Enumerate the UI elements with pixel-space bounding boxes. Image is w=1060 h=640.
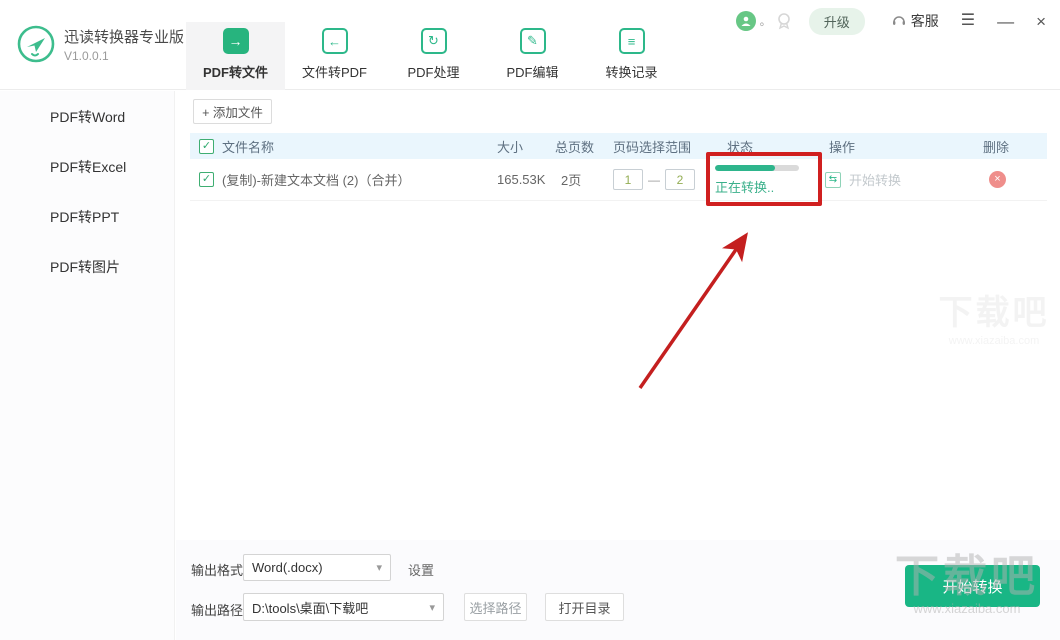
close-icon[interactable]: × [1036,13,1046,30]
open-directory-button[interactable]: 打开目录 [545,593,624,621]
tab-pdf-to-file[interactable]: → PDF转文件 [186,22,285,90]
col-header-name: 文件名称 [222,137,480,156]
sidebar-item-pdf-to-word[interactable]: PDF转Word [50,107,125,127]
user-avatar[interactable] [736,11,756,31]
minimize-icon[interactable]: — [997,13,1014,30]
tab-label: PDF转文件 [203,62,268,81]
file-size: 165.53K [480,172,555,187]
delete-row-icon[interactable]: × [989,171,1006,188]
file-name: (复制)-新建文本文档 (2)（合并） [222,170,480,189]
customer-service-button[interactable]: 客服 [891,11,939,31]
header-bar: 迅读转换器专业版 V1.0.0.1 → PDF转文件 ← 文件转PDF ↻ PD… [0,0,1060,90]
history-icon: ≡ [619,28,645,54]
settings-link[interactable]: 设置 [408,560,434,579]
user-status-dot: 。 [760,13,771,29]
start-convert-button[interactable]: 开始转换 [905,565,1040,607]
tab-label: PDF编辑 [506,62,558,81]
annotation-highlight-box [706,152,822,206]
table-header: ✓ 文件名称 大小 总页数 页码选择范围 状态 操作 删除 [190,133,1047,159]
row-checkbox[interactable]: ✓ [199,172,214,187]
header-right-cluster: 。 升级 客服 ☰ — × [736,8,1046,34]
range-separator: — [648,173,660,187]
vip-badge-icon[interactable] [775,12,793,30]
export-file-icon: → [223,28,249,54]
sidebar-item-pdf-to-image[interactable]: PDF转图片 [50,257,120,277]
upgrade-button[interactable]: 升级 [809,8,865,35]
process-icon: ↻ [421,28,447,54]
main-tabs: → PDF转文件 ← 文件转PDF ↻ PDF处理 ✎ PDF编辑 ≡ 转换记录 [186,22,681,90]
sidebar-item-pdf-to-ppt[interactable]: PDF转PPT [50,207,119,227]
choose-path-button[interactable]: 选择路径 [464,593,527,621]
col-header-range: 页码选择范围 [613,137,713,156]
convert-icon[interactable]: ⇆ [825,172,841,188]
chevron-down-icon: ▾ [429,601,435,614]
page-to-input[interactable] [665,169,695,190]
tab-pdf-edit[interactable]: ✎ PDF编辑 [483,22,582,90]
annotation-arrow [598,216,768,401]
import-file-icon: ← [322,28,348,54]
col-header-delete: 删除 [975,137,1047,156]
select-all-checkbox[interactable]: ✓ [199,139,214,154]
tab-label: 文件转PDF [302,62,367,81]
tab-label: 转换记录 [605,62,657,81]
headset-icon [891,13,907,29]
tab-label: PDF处理 [407,62,459,81]
file-pages: 2页 [555,170,613,189]
app-title: 迅读转换器专业版 [64,26,184,47]
col-header-pages: 总页数 [555,137,613,156]
col-header-size: 大小 [480,137,555,156]
page-from-input[interactable] [613,169,643,190]
menu-icon[interactable]: ☰ [961,13,975,29]
tab-pdf-process[interactable]: ↻ PDF处理 [384,22,483,90]
sidebar-item-pdf-to-excel[interactable]: PDF转Excel [50,157,126,177]
brand-text: 迅读转换器专业版 V1.0.0.1 [64,26,184,63]
edit-icon: ✎ [520,28,546,54]
chevron-down-icon: ▾ [376,561,382,574]
app-logo-icon [16,24,56,64]
table-row: ✓ (复制)-新建文本文档 (2)（合并） 165.53K 2页 — 正在转换.… [190,159,1047,201]
row-start-convert-button[interactable]: 开始转换 [849,170,901,189]
output-path-select[interactable]: D:\tools\桌面\下载吧 ▾ [243,593,444,621]
sidebar: PDF转Word PDF转Excel PDF转PPT PDF转图片 [0,91,175,640]
col-header-action: 操作 [825,137,975,156]
add-file-button[interactable]: + 添加文件 [193,99,272,124]
customer-service-label: 客服 [911,11,939,31]
tab-history[interactable]: ≡ 转换记录 [582,22,681,90]
brand: 迅读转换器专业版 V1.0.0.1 [16,24,184,64]
output-format-select[interactable]: Word(.docx) ▾ [243,554,391,581]
person-icon [740,15,752,27]
action-cell: ⇆ 开始转换 [825,170,975,189]
app-version: V1.0.0.1 [64,49,184,63]
app-window: 迅读转换器专业版 V1.0.0.1 → PDF转文件 ← 文件转PDF ↻ PD… [0,0,1060,640]
output-path-value: D:\tools\桌面\下载吧 [252,598,368,617]
output-format-value: Word(.docx) [252,560,323,575]
tab-file-to-pdf[interactable]: ← 文件转PDF [285,22,384,90]
footer-bar: 输出格式： Word(.docx) ▾ 设置 输出路径： D:\tools\桌面… [176,540,1060,640]
